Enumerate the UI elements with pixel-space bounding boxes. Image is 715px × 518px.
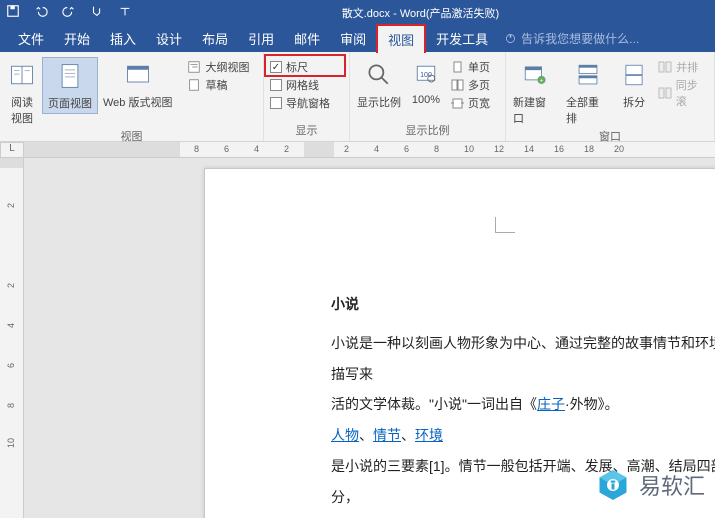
tell-me[interactable]: 告诉我您想要做什么... (504, 30, 639, 47)
doc-para-3: 幕、尾声。环境包括自然环境和社会环 (331, 513, 715, 518)
watermark-text: 易软汇 (639, 469, 705, 501)
read-mode-button[interactable]: 阅读 视图 (2, 57, 42, 128)
save-icon[interactable] (6, 4, 20, 21)
tab-mailings[interactable]: 邮件 (284, 25, 330, 52)
link-plot[interactable]: 情节 (373, 427, 401, 443)
zoom-100-button[interactable]: 100 100% (406, 57, 446, 108)
tab-home[interactable]: 开始 (54, 25, 100, 52)
show-group-label: 显示 (266, 122, 347, 140)
link-environment[interactable]: 环境 (415, 427, 443, 443)
title-bar: 散文.docx - Word(产品激活失败) (0, 0, 715, 25)
redo-icon[interactable] (62, 4, 76, 21)
outline-view-button[interactable]: 大纲视图 (187, 59, 249, 75)
qat-customize-icon[interactable] (118, 4, 132, 21)
doc-links-line: 人物、情节、环境 (331, 420, 715, 451)
arrange-all-button[interactable]: 全部重排 (561, 57, 614, 128)
new-window-button[interactable]: + 新建窗口 (508, 57, 561, 128)
page-width-button[interactable]: 页宽 (450, 95, 490, 111)
split-button[interactable]: 拆分 (614, 57, 654, 112)
svg-text:+: + (539, 77, 543, 84)
print-layout-button[interactable]: 页面视图 (42, 57, 98, 114)
link-zhuangzi[interactable]: 庄子 (537, 396, 565, 412)
web-layout-icon (123, 59, 153, 91)
undo-icon[interactable] (34, 4, 48, 21)
ruler-row: L 8 6 4 2 2 4 6 8 10 12 14 16 18 20 (0, 142, 715, 158)
ruler-checkbox[interactable]: ✓标尺 (270, 59, 330, 75)
ribbon: 阅读 视图 页面视图 Web 版式视图 大纲视图 草稿 视图 ✓标尺 网格线 导… (0, 52, 715, 142)
tell-me-label: 告诉我您想要做什么... (521, 30, 639, 47)
watermark-logo-icon (595, 467, 631, 503)
window-title: 散文.docx - Word(产品激活失败) (132, 5, 709, 21)
tab-review[interactable]: 审阅 (330, 25, 376, 52)
tab-developer[interactable]: 开发工具 (426, 25, 498, 52)
side-by-side-button: 并排 (658, 59, 708, 75)
doc-heading: 小说 (331, 289, 715, 320)
tab-view[interactable]: 视图 (376, 24, 426, 53)
doc-para-1b: 活的文学体裁。"小说"一词出自《庄子·外物》。 (331, 389, 715, 420)
document-area[interactable]: 小说 小说是一种以刻画人物形象为中心、通过完整的故事情节和环境描写来 活的文学体… (24, 158, 715, 518)
read-mode-icon (7, 59, 37, 91)
doc-para-1: 小说是一种以刻画人物形象为中心、通过完整的故事情节和环境描写来 (331, 328, 715, 390)
web-layout-button[interactable]: Web 版式视图 (98, 57, 177, 112)
page[interactable]: 小说 小说是一种以刻画人物形象为中心、通过完整的故事情节和环境描写来 活的文学体… (204, 168, 715, 518)
check-icon: ✓ (270, 61, 282, 73)
sync-scroll-button: 同步滚 (658, 77, 708, 109)
vertical-ruler[interactable]: 2 2 4 6 8 10 (0, 158, 24, 518)
tab-insert[interactable]: 插入 (100, 25, 146, 52)
tab-references[interactable]: 引用 (238, 25, 284, 52)
multi-page-button[interactable]: 多页 (450, 77, 490, 93)
navpane-checkbox[interactable]: 导航窗格 (270, 95, 330, 111)
touch-mode-icon[interactable] (90, 4, 104, 21)
tab-design[interactable]: 设计 (146, 25, 192, 52)
draft-view-button[interactable]: 草稿 (187, 77, 249, 93)
new-window-icon: + (520, 59, 550, 91)
menu-bar: 文件 开始 插入 设计 布局 引用 邮件 审阅 视图 开发工具 告诉我您想要做什… (0, 25, 715, 52)
watermark: 易软汇 (595, 467, 705, 503)
zoom-100-icon: 100 (411, 59, 441, 91)
zoom-group-label: 显示比例 (352, 122, 503, 140)
cursor-indicator (495, 217, 515, 233)
gridlines-checkbox[interactable]: 网格线 (270, 77, 330, 93)
link-character[interactable]: 人物 (331, 427, 359, 443)
ruler-corner[interactable]: L (0, 142, 24, 158)
tab-file[interactable]: 文件 (8, 25, 54, 52)
one-page-button[interactable]: 单页 (450, 59, 490, 75)
tab-layout[interactable]: 布局 (192, 25, 238, 52)
zoom-button[interactable]: 显示比例 (352, 57, 406, 112)
arrange-all-icon (573, 59, 603, 91)
print-layout-icon (55, 60, 85, 92)
horizontal-ruler[interactable]: 8 6 4 2 2 4 6 8 10 12 14 16 18 20 (24, 142, 715, 158)
zoom-icon (364, 59, 394, 91)
split-icon (619, 59, 649, 91)
